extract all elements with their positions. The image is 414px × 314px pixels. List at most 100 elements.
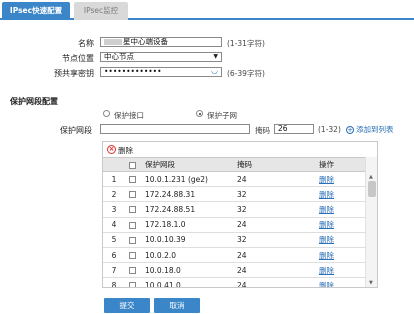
row-index: 7: [103, 262, 125, 279]
header-index: [103, 157, 125, 172]
row-checkbox[interactable]: [129, 191, 136, 199]
psk-hint: (6-39字符): [227, 69, 265, 78]
row-action-cell: 删除: [315, 232, 367, 248]
name-hint: (1-31字符): [227, 39, 265, 48]
row-select-cell: [125, 247, 141, 264]
table-row: 2 172.24.88.31 32 删除: [103, 186, 367, 203]
node-position-label: 节点位置: [62, 54, 94, 63]
row-mask: 24: [233, 262, 315, 279]
row-checkbox[interactable]: [129, 267, 136, 275]
protect-segment-table: × 删除 保护网段 掩码 操作 1 10.0.1.231 (ge2) 24 删除 2 17…: [102, 141, 378, 288]
row-segment: 10.0.1.231 (ge2): [141, 171, 233, 188]
row-delete-link[interactable]: 删除: [319, 190, 334, 199]
row-mask: 24: [233, 171, 315, 188]
table-row: 6 10.0.2.0 24 删除: [103, 247, 367, 264]
row-action-cell: 删除: [315, 171, 367, 188]
scroll-thumb[interactable]: [368, 181, 376, 197]
mask-hint: (1-32): [318, 125, 341, 134]
row-segment: 10.0.10.39: [141, 232, 233, 248]
scroll-up-icon[interactable]: ▲: [369, 174, 373, 180]
row-action-cell: 删除: [315, 186, 367, 203]
table-row: 4 172.18.1.0 24 删除: [103, 217, 367, 233]
row-checkbox[interactable]: [129, 282, 136, 287]
row-action-cell: 删除: [315, 262, 367, 279]
psk-label: 预共享密钥: [54, 69, 94, 78]
row-delete-link[interactable]: 删除: [319, 266, 334, 275]
segment-table: 保护网段 掩码 操作 1 10.0.1.231 (ge2) 24 删除 2 172.24.…: [103, 157, 367, 287]
row-checkbox[interactable]: [129, 252, 136, 260]
section-title: 保护网段配置: [10, 97, 58, 106]
row-delete-link[interactable]: 删除: [319, 251, 334, 260]
row-mask: 32: [233, 186, 315, 203]
table-header-row: 保护网段 掩码 操作: [103, 157, 367, 172]
radio-protect-subnet-label: 保护子网: [207, 111, 237, 120]
table-scrollbar[interactable]: ▲ ▼: [365, 157, 377, 287]
delete-toolbar: × 删除: [103, 142, 377, 157]
table-row: 3 172.24.88.51 32 删除: [103, 201, 367, 218]
tab-ipsec-monitor[interactable]: IPsec监控: [74, 2, 128, 20]
add-to-list-button[interactable]: + 添加到列表: [346, 124, 394, 135]
cancel-button[interactable]: 取消: [154, 298, 200, 313]
row-action-cell: 删除: [315, 217, 367, 233]
eye-icon[interactable]: ◡: [211, 68, 218, 75]
tab-bar: IPsec快速配置 IPsec监控: [0, 0, 414, 20]
row-index: 4: [103, 217, 125, 233]
row-delete-link[interactable]: 删除: [319, 205, 334, 214]
tab-ipsec-quick-config[interactable]: IPsec快速配置: [2, 2, 70, 20]
row-mask: 24: [233, 247, 315, 264]
name-label: 名称: [78, 39, 94, 48]
psk-input[interactable]: ••••••••••••• ◡: [100, 67, 222, 77]
plus-circle-icon: +: [346, 126, 354, 134]
select-all-checkbox[interactable]: [129, 161, 136, 169]
row-delete-link[interactable]: 删除: [319, 281, 334, 287]
row-segment: 172.24.88.51: [141, 201, 233, 218]
row-index: 5: [103, 232, 125, 248]
row-checkbox[interactable]: [129, 176, 136, 184]
row-select-cell: [125, 217, 141, 233]
segment-label: 保护网段: [60, 126, 92, 135]
row-segment: 10.0.2.0: [141, 247, 233, 264]
submit-button[interactable]: 提交: [104, 298, 150, 313]
delete-button[interactable]: 删除: [118, 145, 133, 156]
close-circle-icon[interactable]: ×: [107, 145, 116, 154]
row-segment: 10.0.41.0: [141, 277, 233, 287]
header-mask: 掩码: [233, 157, 315, 172]
mask-label: 掩码: [255, 126, 270, 135]
header-action: 操作: [315, 157, 367, 172]
row-mask: 24: [233, 217, 315, 233]
row-select-cell: [125, 201, 141, 218]
segment-input[interactable]: [100, 124, 250, 134]
radio-protect-interface-label: 保护接口: [114, 111, 144, 120]
row-index: 2: [103, 186, 125, 203]
row-action-cell: 删除: [315, 201, 367, 218]
row-mask: 32: [233, 201, 315, 218]
row-segment: 172.24.88.31: [141, 186, 233, 203]
row-select-cell: [125, 277, 141, 287]
row-checkbox[interactable]: [129, 236, 136, 244]
row-index: 1: [103, 171, 125, 188]
row-delete-link[interactable]: 删除: [319, 175, 334, 184]
table-row: 5 10.0.10.39 32 删除: [103, 232, 367, 248]
row-checkbox[interactable]: [129, 221, 136, 229]
row-action-cell: 删除: [315, 247, 367, 264]
row-delete-link[interactable]: 删除: [319, 220, 334, 229]
row-select-cell: [125, 171, 141, 188]
radio-protect-subnet[interactable]: [196, 110, 203, 117]
redacted-mask: [104, 39, 122, 45]
row-delete-link[interactable]: 删除: [319, 235, 334, 244]
node-position-select[interactable]: 中心节点 ▼: [100, 52, 222, 62]
header-segment: 保护网段: [141, 157, 233, 172]
radio-protect-interface[interactable]: [103, 110, 110, 117]
row-select-cell: [125, 262, 141, 279]
row-index: 8: [103, 277, 125, 287]
row-select-cell: [125, 186, 141, 203]
table-row: 8 10.0.41.0 24 删除: [103, 277, 367, 287]
name-input[interactable]: 星中心端设备: [100, 37, 222, 47]
mask-input[interactable]: 26: [274, 124, 314, 134]
scroll-down-icon[interactable]: ▼: [369, 280, 373, 286]
row-mask: 24: [233, 277, 315, 287]
row-checkbox[interactable]: [129, 206, 136, 214]
row-segment: 172.18.1.0: [141, 217, 233, 233]
row-select-cell: [125, 232, 141, 248]
chevron-down-icon: ▼: [213, 53, 218, 60]
